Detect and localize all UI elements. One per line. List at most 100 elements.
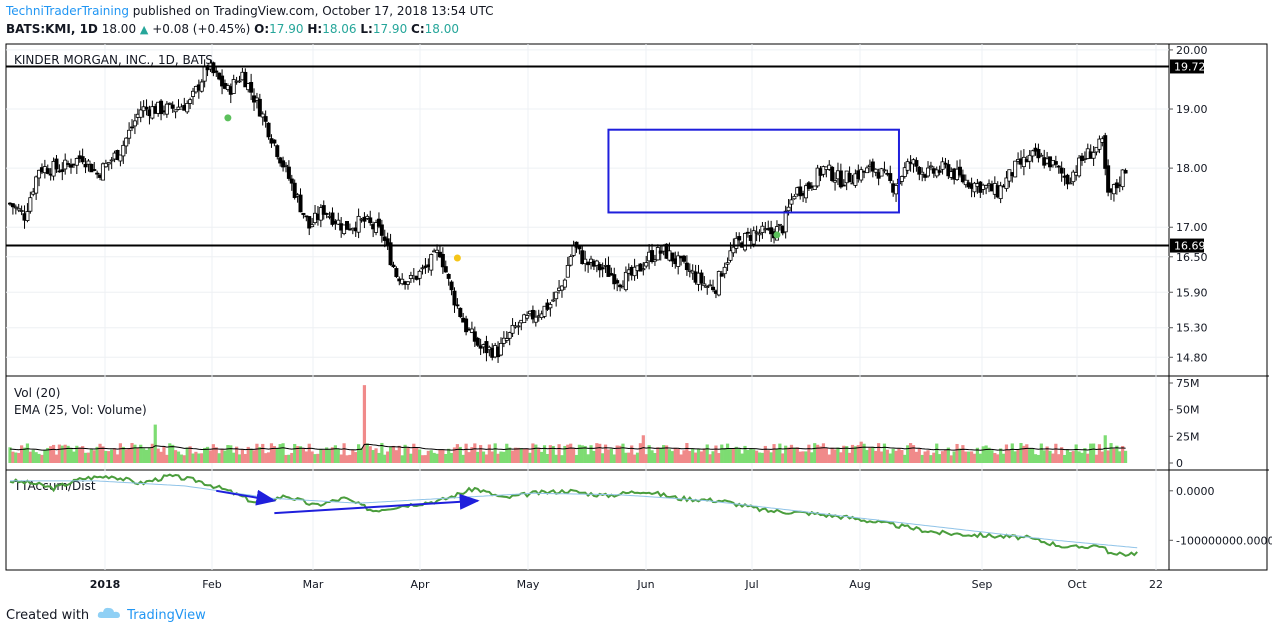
chart-svg[interactable]: 20.00 19.00 18.00 17.00 16.50 15.90 15.30 14.80… [0,0,1272,632]
candle-up [548,304,553,309]
volume-bar-up [185,447,189,463]
volume-bar-up [400,455,404,463]
candle-up [173,109,178,113]
volume-bar-down [1071,451,1075,463]
volume-bar-down [789,444,794,463]
volume-bar-down [214,447,218,463]
candle-down [394,268,399,277]
volume-bar-down [940,451,945,463]
volume-bar-up [153,424,157,463]
volume-bar-up [958,448,962,463]
candle-up [121,144,126,157]
price-tick-label: 19.00 [1176,103,1208,116]
volume-bar-up [327,449,332,463]
volume-bar-down [606,449,611,463]
volume-bar-up [650,450,654,463]
candle-down [1103,135,1108,169]
volume-bar-down [644,454,648,463]
volume-tick-label: 0 [1176,457,1183,470]
volume-bar-down [885,449,889,463]
candle-down [144,106,149,110]
candle-down [830,166,835,181]
volume-bar-down [839,452,843,463]
candle-down [83,163,88,168]
candle-down [298,194,303,213]
volume-bar-up [179,454,184,463]
volume-bar-down [92,450,96,463]
candle-up [754,231,759,234]
price-tick-label: 17.00 [1176,221,1208,234]
volume-bar-down [786,447,791,463]
candle-up [16,207,21,211]
volume-bar-down [412,443,416,463]
candle-up [865,167,870,174]
volume-bar-down [702,448,706,463]
volume-bar-down [28,451,32,463]
volume-bar-up [429,450,433,463]
candles [7,59,1128,363]
volume-bar-up [281,443,285,463]
volume-bar-down [993,452,997,463]
volume-bar-down [240,449,245,463]
volume-title: Vol (20) [14,386,60,400]
candle-down [10,203,15,208]
signal-dot [773,231,781,239]
volume-bar-down [868,447,872,463]
volume-bar-up [935,443,939,463]
candle-down [321,205,326,215]
candle-up [920,171,925,175]
candle-down [1123,170,1128,174]
signal-dot [453,254,461,262]
volume-bar-down [801,451,805,463]
volume-bar-down [708,454,712,463]
volume-bar-down [107,451,111,463]
volume-bar-down [1007,449,1011,463]
volume-bar-down [63,444,67,463]
candle-up [792,195,797,200]
tradingview-brand[interactable]: TradingView [127,608,206,623]
x-tick-label: Jun [636,578,654,591]
volume-bar-up [432,452,436,463]
volume-bar-down [525,448,529,463]
osc-tick-label: -100000000.0000 [1176,534,1272,547]
volume-bar-down [717,453,721,463]
volume-bar-up [728,449,733,463]
candle-up [406,281,411,285]
x-tick-label: May [517,578,540,591]
x-tick-label: 22 [1149,578,1163,591]
volume-bar-up [545,453,550,463]
volume-bar-down [351,449,355,463]
candle-down [841,184,846,187]
candle-up [568,256,573,266]
volume-bar-down [322,449,326,463]
volume-bar-up [481,451,486,463]
volume-bar-down [818,446,823,463]
candle-up [1068,182,1073,185]
volume-bar-down [824,447,828,463]
candle-up [283,164,288,167]
volume-bar-up [223,450,227,463]
volume-bar-down [798,451,802,463]
volume-bar-down [859,441,863,463]
candle-up [928,165,933,168]
volume-bar-down [49,446,53,463]
volume-bar-up [691,448,695,463]
volume-bar-up [365,443,369,463]
volume-bar-down [897,448,901,463]
volume-bar-up [734,446,738,463]
volume-bar-down [961,445,965,463]
volume-bar-down [40,454,44,463]
volume-bar-down [714,445,718,463]
volume-bar-down [182,455,186,463]
volume-bar-up [1068,452,1072,463]
volume-bar-down [688,451,692,463]
volume-bar-up [871,446,875,463]
volume-bar-down [51,444,56,463]
volume-bar-up [938,454,942,463]
candle-up [873,168,878,173]
volume-bar-up [197,453,201,463]
volume-bar-down [949,455,953,463]
candle-up [1039,154,1044,157]
volume-bar-up [1062,454,1067,463]
volume-bar-down [1057,454,1061,463]
